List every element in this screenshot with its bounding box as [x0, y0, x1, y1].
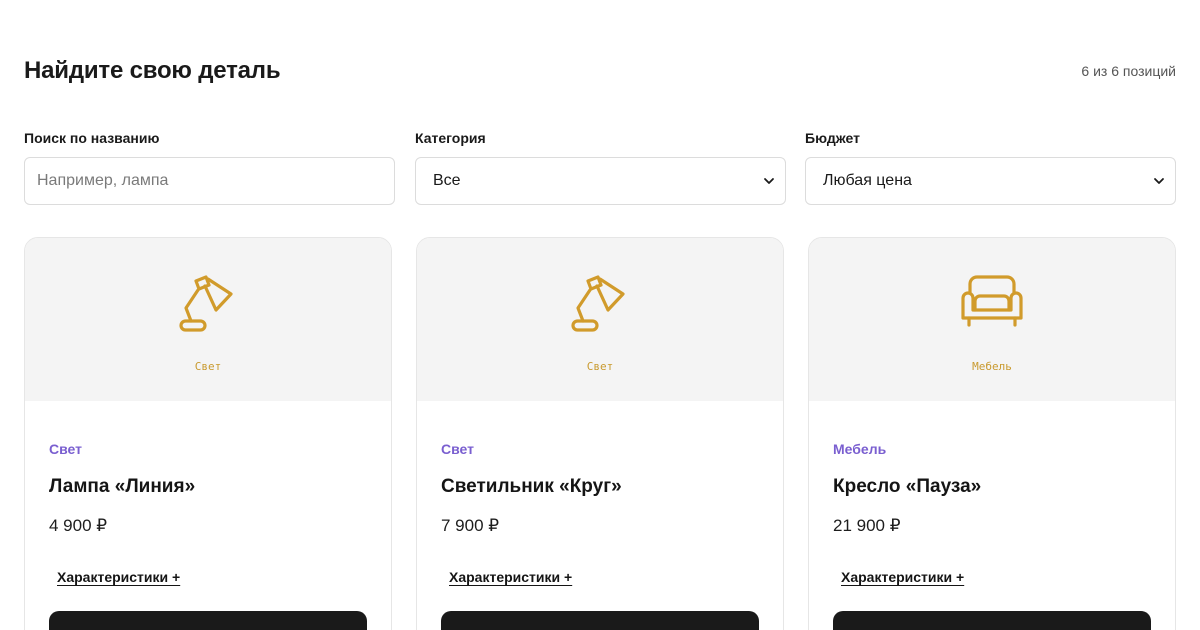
product-price: 4 900 ₽ — [49, 516, 108, 535]
product-grid: Свет Свет Лампа «Линия» 4 900 ₽ Характер… — [24, 237, 1176, 630]
product-media: Мебель — [809, 238, 1175, 401]
page-title: Найдите свою деталь — [24, 57, 281, 84]
results-count: 6 из 6 позиций — [1081, 63, 1176, 79]
product-name: Кресло «Пауза» — [833, 476, 982, 497]
chevron-down-icon — [1154, 178, 1164, 184]
product-category: Свет — [441, 441, 474, 457]
product-media: Свет — [417, 238, 783, 401]
armchair-icon — [961, 275, 1023, 327]
desk-lamp-icon — [571, 275, 625, 332]
budget-select[interactable]: Любая цена — [805, 157, 1176, 205]
category-select-value: Все — [433, 172, 461, 189]
search-label: Поиск по названию — [24, 130, 160, 146]
specs-toggle[interactable]: Характеристики + — [449, 569, 572, 585]
media-category-tag: Свет — [586, 360, 614, 373]
search-filter: Поиск по названию — [24, 130, 395, 205]
product-card[interactable]: Свет Свет Светильник «Круг» 7 900 ₽ Хара… — [416, 237, 784, 630]
product-name: Светильник «Круг» — [441, 476, 622, 497]
search-input[interactable] — [24, 157, 395, 205]
chevron-down-icon — [764, 178, 774, 184]
category-label: Категория — [415, 130, 486, 146]
product-name: Лампа «Линия» — [49, 476, 196, 497]
primary-action-button[interactable] — [441, 611, 759, 630]
product-price: 7 900 ₽ — [441, 516, 500, 535]
product-category: Мебель — [833, 441, 887, 457]
primary-action-button[interactable] — [49, 611, 367, 630]
media-category-tag: Свет — [194, 360, 222, 373]
media-category-tag: Мебель — [972, 360, 1012, 373]
budget-filter: Бюджет Любая цена — [805, 130, 1176, 205]
product-category: Свет — [49, 441, 82, 457]
budget-select-value: Любая цена — [823, 172, 912, 189]
primary-action-button[interactable] — [833, 611, 1151, 630]
product-card[interactable]: Свет Свет Лампа «Линия» 4 900 ₽ Характер… — [24, 237, 392, 630]
product-card[interactable]: Мебель Мебель Кресло «Пауза» 21 900 ₽ Ха… — [808, 237, 1176, 630]
product-price: 21 900 ₽ — [833, 516, 901, 535]
category-select[interactable]: Все — [415, 157, 786, 205]
filter-bar: Поиск по названию Категория Все Бюджет Л… — [24, 130, 1176, 206]
specs-toggle[interactable]: Характеристики + — [841, 569, 964, 585]
category-filter: Категория Все — [415, 130, 786, 205]
product-media: Свет — [25, 238, 391, 401]
page-header: Найдите свою деталь 6 из 6 позиций — [24, 56, 1176, 88]
specs-toggle[interactable]: Характеристики + — [57, 569, 180, 585]
budget-label: Бюджет — [805, 130, 860, 146]
desk-lamp-icon — [179, 275, 233, 332]
